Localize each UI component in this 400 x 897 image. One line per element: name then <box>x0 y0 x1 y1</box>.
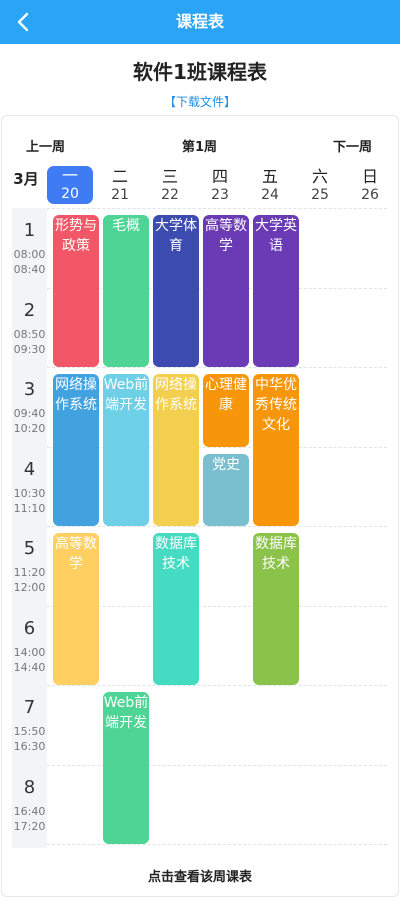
period-5: 5 11:20 12:00 <box>12 538 47 595</box>
period-number: 1 <box>23 220 36 241</box>
day-header-7[interactable]: 日 26 <box>347 167 393 204</box>
month-label: 3月 <box>13 170 39 188</box>
period-end-time: 10:20 <box>13 422 46 435</box>
period-number: 8 <box>23 776 36 798</box>
period-end-time: 17:20 <box>13 819 46 833</box>
next-week-button[interactable]: 下一周 <box>333 136 372 155</box>
date-label: 24 <box>261 187 279 203</box>
period-number: 3 <box>23 379 36 400</box>
course-block[interactable]: 党史 <box>203 453 249 526</box>
weekday-label: 二 <box>111 167 128 186</box>
course-block[interactable]: 毛概 <box>103 215 149 367</box>
period-start-time: 08:50 <box>13 327 46 341</box>
grid-divider <box>47 526 387 527</box>
period-end-time: 09:30 <box>13 342 46 356</box>
period-number: 5 <box>23 538 36 559</box>
period-start-time: 15:50 <box>13 725 46 738</box>
period-end-time: 08:40 <box>13 263 46 276</box>
period-number: 6 <box>23 617 36 639</box>
date-label: 25 <box>311 187 329 203</box>
weekday-label: 四 <box>211 167 228 186</box>
period-7: 7 15:50 16:30 <box>12 697 47 754</box>
weekday-label: 日 <box>361 167 378 186</box>
period-end-time: 16:30 <box>13 740 46 753</box>
period-6: 6 14:00 14:40 <box>12 618 47 675</box>
course-block[interactable]: 数据库技术 <box>253 533 299 685</box>
grid-divider <box>47 764 387 766</box>
period-8: 8 16:40 17:20 <box>12 777 47 834</box>
period-start-time: 10:30 <box>13 486 46 500</box>
period-end-time: 12:00 <box>13 581 46 594</box>
weekday-label: 五 <box>261 167 278 186</box>
period-start-time: 09:40 <box>13 407 46 420</box>
view-week-schedule-link[interactable]: 点击查看该周课表 <box>0 866 400 885</box>
period-number: 4 <box>23 458 36 480</box>
day-header-4[interactable]: 四 23 <box>197 167 243 204</box>
weekday-label: 一 <box>61 166 78 185</box>
period-3: 3 09:40 10:20 <box>12 379 47 436</box>
grid-divider <box>47 208 387 209</box>
course-block[interactable]: 大学体育 <box>153 215 199 367</box>
date-label: 22 <box>161 187 179 203</box>
period-start-time: 11:20 <box>13 566 46 579</box>
day-header-2[interactable]: 二 21 <box>97 167 143 204</box>
period-4: 4 10:30 11:10 <box>12 459 47 516</box>
course-block[interactable]: 高等数学 <box>203 215 249 367</box>
weekday-label: 六 <box>311 167 328 186</box>
download-file-link[interactable]: 【下载文件】 <box>0 93 400 110</box>
prev-week-button[interactable]: 上一周 <box>26 136 65 155</box>
course-block[interactable]: Web前端开发 <box>103 374 149 526</box>
date-label: 20 <box>61 186 79 202</box>
date-label: 26 <box>361 187 379 203</box>
course-block[interactable]: Web前端开发 <box>103 692 149 844</box>
date-label: 21 <box>111 187 129 203</box>
course-block[interactable]: 网络操作系统 <box>53 374 99 526</box>
course-block[interactable]: 心理健康 <box>203 374 249 447</box>
period-1: 1 08:00 08:40 <box>12 220 47 277</box>
course-block[interactable]: 形势与政策 <box>53 215 99 367</box>
period-end-time: 14:40 <box>13 660 46 674</box>
navbar: 课程表 <box>0 0 400 44</box>
day-header-1[interactable]: 一 20 <box>47 166 93 204</box>
grid-divider <box>47 685 387 686</box>
page-title: 软件1班课程表 <box>133 60 267 84</box>
date-label: 23 <box>211 187 229 203</box>
day-header-5[interactable]: 五 24 <box>247 167 293 204</box>
period-start-time: 08:00 <box>13 248 46 261</box>
current-week-label: 第1周 <box>182 140 218 155</box>
course-block[interactable]: 高等数学 <box>53 533 99 685</box>
course-block[interactable]: 网络操作系统 <box>153 374 199 526</box>
weekday-label: 三 <box>161 167 178 186</box>
period-number: 7 <box>23 697 36 718</box>
period-start-time: 14:00 <box>13 645 46 659</box>
day-header-6[interactable]: 六 25 <box>297 167 343 204</box>
period-start-time: 16:40 <box>13 804 46 818</box>
grid-divider <box>47 367 387 368</box>
course-block[interactable]: 数据库技术 <box>153 533 199 685</box>
day-header-3[interactable]: 三 22 <box>147 167 193 204</box>
period-2: 2 08:50 09:30 <box>12 300 47 357</box>
grid-divider <box>47 844 387 845</box>
period-end-time: 11:10 <box>13 501 46 515</box>
period-number: 2 <box>23 299 36 321</box>
navbar-title: 课程表 <box>175 12 224 31</box>
course-block[interactable]: 中华优秀传统文化 <box>253 374 299 526</box>
course-block[interactable]: 大学英语 <box>253 215 299 367</box>
